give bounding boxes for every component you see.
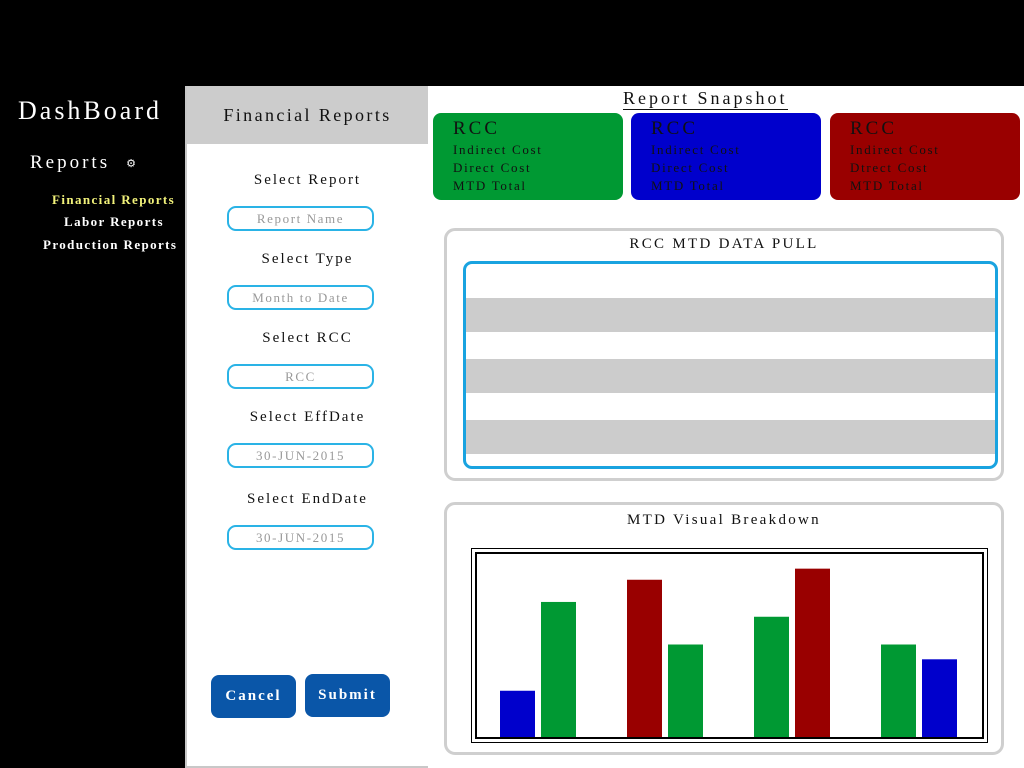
card-indirect-cost: Indirect Cost xyxy=(850,142,940,157)
table-row[interactable] xyxy=(466,332,995,359)
top-bar xyxy=(0,0,1024,86)
rcc-input[interactable] xyxy=(227,364,374,389)
chart-bar-g3-1 xyxy=(754,616,789,737)
data-pull-panel: RCC MTD DATA PULL xyxy=(444,228,1004,481)
snapshot-card-green: RCC Indirect Cost Direct Cost MTD Total xyxy=(433,113,623,200)
card-indirect-cost: Indirect Cost xyxy=(651,142,741,157)
card-mtd-total: MTD Total xyxy=(651,178,725,193)
table-row[interactable] xyxy=(466,420,995,454)
type-input[interactable] xyxy=(227,285,374,310)
chart-bar-g4-1 xyxy=(881,644,916,737)
card-direct-cost: Direct Cost xyxy=(651,160,730,175)
table-row[interactable] xyxy=(466,298,995,332)
card-indirect-cost: Indirect Cost xyxy=(453,142,543,157)
card-title: RCC xyxy=(850,118,898,139)
sidebar-section-reports[interactable]: Reports ⚙ xyxy=(30,152,139,174)
bar-chart xyxy=(471,548,988,743)
gear-icon[interactable]: ⚙ xyxy=(126,158,139,170)
app-title: DashBoard xyxy=(18,96,162,125)
chart-bar-g2-1 xyxy=(627,579,662,737)
form-title: Financial Reports xyxy=(187,86,428,144)
chart-bar-g3-2 xyxy=(795,568,830,737)
select-enddate-label: Select EndDate xyxy=(247,491,368,507)
report-form-panel: Financial Reports Select Report Select T… xyxy=(185,86,430,768)
data-pull-title: RCC MTD DATA PULL xyxy=(629,236,819,252)
table-row[interactable] xyxy=(466,393,995,420)
card-title: RCC xyxy=(453,118,501,139)
effdate-input[interactable] xyxy=(227,443,374,468)
enddate-input[interactable] xyxy=(227,525,374,550)
chart-bar-g2-2 xyxy=(668,644,703,737)
select-rcc-label: Select RCC xyxy=(262,330,353,346)
sidebar-section-label: Reports xyxy=(30,152,111,173)
chart-svg xyxy=(500,568,957,737)
select-report-label: Select Report xyxy=(253,172,362,188)
sidebar: DashBoard Reports ⚙ Financial Reports Lab… xyxy=(0,86,185,768)
chart-bar-g1-1 xyxy=(500,690,535,737)
card-mtd-total: MTD Total xyxy=(453,178,527,193)
visual-breakdown-title: MTD Visual Breakdown xyxy=(627,512,821,528)
report-snapshot-title: Report Snapshot xyxy=(623,88,788,110)
sidebar-item-labor-reports[interactable]: Labor Reports xyxy=(64,214,164,230)
data-grid[interactable] xyxy=(463,261,998,469)
card-mtd-total: MTD Total xyxy=(850,178,924,193)
card-direct-cost: Direct Cost xyxy=(453,160,532,175)
table-row[interactable] xyxy=(466,264,995,298)
card-title: RCC xyxy=(651,118,699,139)
chart-bar-g1-2 xyxy=(541,601,576,737)
card-direct-cost: Dtrect Cost xyxy=(850,160,929,175)
select-effdate-label: Select EffDate xyxy=(249,409,366,425)
report-name-input[interactable] xyxy=(227,206,374,231)
table-row[interactable] xyxy=(466,359,995,393)
sidebar-item-production-reports[interactable]: Production Reports xyxy=(43,237,177,253)
submit-button[interactable]: Submit xyxy=(305,674,390,717)
select-type-label: Select Type xyxy=(261,251,354,267)
snapshot-card-red: RCC Indirect Cost Dtrect Cost MTD Total xyxy=(830,113,1020,200)
snapshot-card-blue: RCC Indirect Cost Direct Cost MTD Total xyxy=(631,113,821,200)
visual-breakdown-panel: MTD Visual Breakdown xyxy=(444,502,1004,755)
main-content: Report Snapshot RCC Indirect Cost Direct… xyxy=(428,86,1024,768)
sidebar-item-financial-reports[interactable]: Financial Reports xyxy=(52,192,175,208)
cancel-button[interactable]: Cancel xyxy=(211,675,296,718)
chart-bar-g4-2 xyxy=(922,659,957,737)
